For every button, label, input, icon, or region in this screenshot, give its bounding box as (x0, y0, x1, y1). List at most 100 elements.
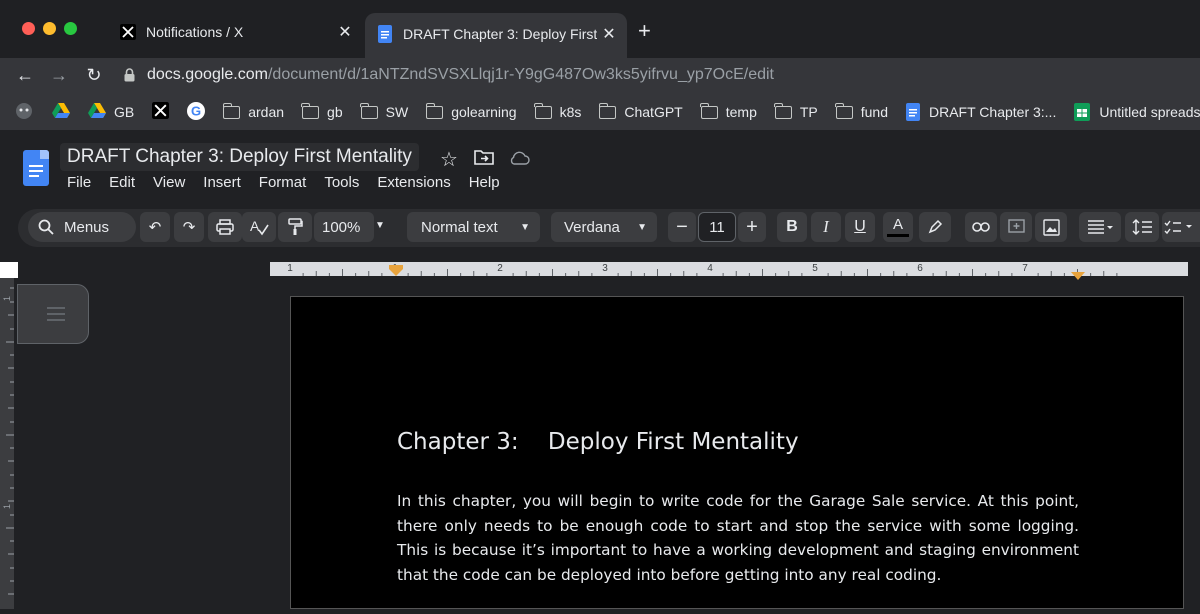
tab-title: DRAFT Chapter 3: Deploy First (403, 25, 597, 42)
left-indent-marker-icon[interactable] (389, 264, 403, 282)
minimize-window-button[interactable] (43, 22, 56, 35)
menus-search-button[interactable]: Menus (28, 212, 136, 242)
highlight-color-icon[interactable] (919, 212, 951, 242)
bookmark-label: TP (799, 104, 818, 120)
menu-tools[interactable]: Tools (324, 174, 359, 191)
menu-view[interactable]: View (153, 174, 185, 191)
zoom-select[interactable]: 100% (314, 212, 374, 242)
folder-icon (425, 102, 444, 119)
folder-icon (700, 102, 718, 119)
menu-file[interactable]: File (67, 174, 91, 191)
reload-icon[interactable]: ↻ (83, 64, 105, 86)
bookmark-x[interactable] (152, 102, 170, 122)
menu-insert[interactable]: Insert (203, 174, 241, 191)
bookmark-folder-tp[interactable]: TP (774, 102, 818, 120)
italic-icon[interactable]: I (811, 212, 841, 242)
close-window-button[interactable] (22, 22, 35, 35)
font-size-value: 11 (709, 218, 725, 236)
back-arrow-icon[interactable]: ← (14, 64, 36, 86)
browser-tab-notifications[interactable]: Notifications / X ✕ (108, 14, 363, 50)
body-paragraph[interactable]: In this chapter, you will begin to write… (397, 489, 1079, 587)
bookmark-google[interactable]: G (187, 101, 206, 123)
text-color-icon[interactable]: A (883, 212, 913, 242)
bookmark-folder-sw[interactable]: SW (360, 102, 408, 120)
docs-menu-bar: File Edit View Insert Format Tools Exten… (67, 174, 518, 191)
document-title-input[interactable]: DRAFT Chapter 3: Deploy First Mentality (60, 143, 419, 171)
zoom-value: 100% (322, 218, 361, 236)
menu-format[interactable]: Format (259, 174, 307, 191)
vertical-ruler[interactable]: 1 1 (0, 278, 14, 609)
bookmark-label: ChatGPT (624, 104, 683, 120)
font-family-select[interactable]: Verdana ▼ (551, 212, 657, 242)
chapter-title: Deploy First Mentality (547, 429, 799, 455)
undo-icon[interactable]: ↶ (140, 212, 170, 242)
zoom-window-button[interactable] (64, 22, 77, 35)
folder-icon (301, 102, 320, 119)
forward-arrow-icon[interactable]: → (48, 64, 70, 86)
redo-icon[interactable]: ↷ (174, 212, 204, 242)
spellcheck-icon[interactable]: A (242, 212, 276, 242)
font-family-value: Verdana (564, 218, 620, 236)
close-tab-icon[interactable]: ✕ (597, 24, 621, 44)
google-drive-icon (52, 102, 70, 122)
checklist-icon[interactable] (1162, 212, 1200, 242)
ruler-number: 7 (1022, 263, 1028, 274)
bookmark-folder-fund[interactable]: fund (835, 102, 888, 120)
insert-link-icon[interactable] (965, 212, 997, 242)
paragraph-style-value: Normal text (421, 218, 498, 236)
chevron-down-icon: ▼ (637, 221, 647, 233)
bookmark-label: fund (860, 104, 888, 120)
bold-icon[interactable]: B (777, 212, 807, 242)
bookmark-folder-gb[interactable]: gb (301, 102, 343, 120)
folder-icon (835, 102, 853, 119)
star-icon[interactable]: ☆ (440, 147, 458, 172)
bookmark-folder-chatgpt[interactable]: ChatGPT (598, 102, 683, 120)
decrease-font-size-button[interactable]: − (668, 212, 696, 242)
add-comment-icon[interactable] (1000, 212, 1032, 242)
url-input[interactable]: docs.google.com/document/d/1aNTZndSVSXLl… (118, 60, 1200, 90)
google-drive-icon (88, 102, 106, 122)
chapter-label: Chapter 3: (397, 429, 519, 455)
bookmark-folder-temp[interactable]: temp (700, 102, 757, 120)
horizontal-ruler[interactable]: 11234567 (270, 262, 1188, 276)
bookmark-draft-chapter[interactable]: DRAFT Chapter 3:... (906, 103, 1056, 121)
paragraph-style-select[interactable]: Normal text ▼ (407, 212, 540, 242)
cloud-saved-icon (508, 150, 530, 170)
folder-icon (533, 102, 552, 119)
right-indent-marker-icon[interactable] (1071, 268, 1085, 286)
bookmark-untitled-spreadsheet[interactable]: Untitled spreads (1074, 103, 1200, 121)
menu-help[interactable]: Help (469, 174, 500, 191)
bookmark-extension[interactable] (14, 101, 34, 124)
menu-edit[interactable]: Edit (109, 174, 135, 191)
bookmark-label: GB (114, 104, 135, 120)
document-outline-button[interactable] (17, 284, 89, 344)
browser-tab-draft-chapter[interactable]: DRAFT Chapter 3: Deploy First ✕ (365, 13, 627, 58)
chevron-down-icon: ▼ (520, 221, 530, 233)
insert-image-icon[interactable] (1035, 212, 1067, 242)
paint-format-icon[interactable] (278, 212, 312, 242)
bookmark-folder-ardan[interactable]: ardan (222, 102, 284, 120)
menu-extensions[interactable]: Extensions (377, 174, 450, 191)
search-icon (38, 219, 54, 235)
move-folder-icon[interactable] (474, 149, 494, 170)
bookmark-gb[interactable]: GB (88, 102, 135, 122)
increase-font-size-button[interactable]: + (738, 212, 766, 242)
menus-label: Menus (64, 218, 110, 236)
bookmark-drive[interactable] (52, 102, 70, 122)
underline-icon[interactable]: U (845, 212, 875, 242)
ruler-number: 1 (287, 263, 293, 274)
line-spacing-icon[interactable] (1125, 212, 1159, 242)
bookmark-folder-golearning[interactable]: golearning (425, 102, 517, 120)
align-left-icon[interactable] (1079, 212, 1121, 242)
bookmark-label: DRAFT Chapter 3:... (929, 104, 1057, 120)
print-icon[interactable] (208, 212, 242, 242)
google-docs-icon[interactable] (23, 150, 49, 186)
bookmark-label: Untitled spreads (1099, 104, 1200, 120)
close-tab-icon[interactable]: ✕ (333, 22, 357, 42)
svg-text:G: G (191, 103, 201, 118)
folder-icon (598, 102, 617, 119)
font-size-input[interactable]: 11 (698, 212, 736, 242)
bookmark-folder-k8s[interactable]: k8s (533, 102, 581, 120)
new-tab-icon[interactable]: + (638, 18, 651, 44)
chapter-heading[interactable]: Chapter 3: Deploy First Mentality (397, 429, 799, 455)
